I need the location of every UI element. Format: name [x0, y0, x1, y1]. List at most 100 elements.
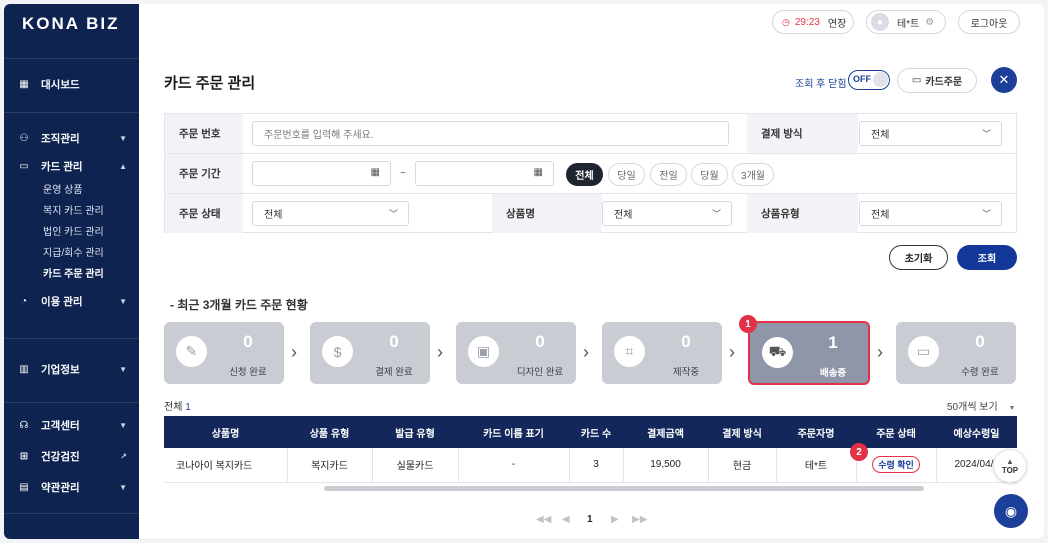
- col-amount[interactable]: 결제금액: [623, 416, 708, 448]
- chat-button[interactable]: ◉: [994, 494, 1028, 528]
- total-label: 전체: [164, 402, 183, 413]
- table-header-row: 상품명 상품 유형 발급 유형 카드 이름 표기 카드 수 결제금액 결제 방식…: [164, 416, 1017, 448]
- step-label: 배송중: [819, 368, 847, 379]
- chevron-down-icon: ▼: [119, 133, 127, 143]
- chip-all[interactable]: 전체: [566, 163, 603, 186]
- table-row[interactable]: 코나아이 복지카드 복지카드 실물카드 - 3 19,500 현금 테*트 수령…: [164, 448, 1017, 483]
- cell-product-type: 복지카드: [287, 448, 373, 483]
- close-button[interactable]: ✕: [991, 67, 1017, 93]
- payment-method-label: 결제 방식: [747, 114, 858, 153]
- card-icon: ▭: [908, 336, 939, 367]
- col-card-name-display[interactable]: 카드 이름 표기: [458, 416, 569, 448]
- receipt-confirm-button[interactable]: 수령 확인: [872, 456, 920, 474]
- col-issue-type[interactable]: 발급 유형: [372, 416, 458, 448]
- sidebar-item-health[interactable]: ⊞ 건강검진 ↗: [4, 442, 139, 470]
- sidebar-item-org[interactable]: ⚇ 조직관리 ▼: [4, 124, 139, 152]
- clock-icon: ◷: [782, 16, 790, 27]
- page-size-select[interactable]: 50개씩 보기 ▼: [947, 398, 1015, 413]
- sidebar-item-usage[interactable]: ◔ 이용 관리 ▼: [4, 287, 139, 315]
- order-status-label: 주문 상태: [165, 194, 243, 233]
- first-page-icon[interactable]: ◀◀: [536, 514, 551, 525]
- step-received[interactable]: ▭ 0 수령 완료: [896, 322, 1016, 384]
- order-no-input[interactable]: 주문번호를 입력해 주세요.: [252, 121, 729, 146]
- order-status-value: 전체: [264, 210, 283, 221]
- start-date-input[interactable]: ▦: [252, 161, 391, 186]
- card-order-button[interactable]: ▭ 카드주문: [897, 68, 977, 93]
- chevron-down-icon: ▼: [119, 296, 127, 306]
- product-name-label: 상품명: [492, 194, 602, 233]
- end-date-input[interactable]: ▦: [415, 161, 554, 186]
- chip-this-month[interactable]: 당월: [691, 163, 728, 186]
- calendar-icon[interactable]: ▦: [371, 167, 380, 178]
- logo[interactable]: KONA BIZ: [22, 14, 120, 34]
- external-link-icon: ↗: [120, 451, 127, 461]
- topbar: ◷ 29:23 연장 ● 테*트 ⚙ 로그아웃: [139, 4, 1044, 42]
- col-order-status[interactable]: 주문 상태: [856, 416, 936, 448]
- search-button[interactable]: 조회: [957, 245, 1017, 270]
- scroll-top-button[interactable]: ▲ TOP: [993, 449, 1027, 483]
- product-type-label: 상품유형: [747, 194, 858, 233]
- col-card-count[interactable]: 카드 수: [569, 416, 623, 448]
- sidebar-sub-card-order[interactable]: 카드 주문 관리: [4, 264, 139, 285]
- step-design-done[interactable]: ▣ 0 디자인 완료: [456, 322, 576, 384]
- cell-issue-type: 실물카드: [372, 448, 459, 483]
- payment-method-select[interactable]: 전체 ﹀: [859, 121, 1002, 146]
- user-name: 테*트: [897, 18, 920, 30]
- product-name-select[interactable]: 전체 ﹀: [602, 201, 732, 226]
- logout-button[interactable]: 로그아웃: [958, 10, 1020, 34]
- extend-button[interactable]: 연장: [828, 15, 846, 30]
- cell-product-name: 코나아이 복지카드: [164, 448, 288, 483]
- reset-button[interactable]: 초기화: [889, 245, 948, 270]
- gear-icon[interactable]: ⚙: [925, 17, 934, 28]
- col-product-name[interactable]: 상품명: [164, 416, 287, 448]
- step-count: 1: [828, 333, 838, 352]
- caret-down-icon: ▼: [1008, 405, 1016, 412]
- sidebar-item-support[interactable]: ☊ 고객센터 ▼: [4, 411, 139, 439]
- coin-hand-icon: $: [322, 336, 353, 367]
- sidebar-sub-products[interactable]: 운영 상품: [4, 180, 139, 201]
- step-applied[interactable]: ✎ 0 신청 완료: [164, 322, 284, 384]
- chevron-down-icon: ▼: [119, 420, 127, 430]
- step-manufacturing[interactable]: ⌗ 0 제작중: [602, 322, 722, 384]
- col-expected-date[interactable]: 예상수령일: [936, 416, 1017, 448]
- chip-3months[interactable]: 3개월: [732, 163, 774, 186]
- prev-page-icon[interactable]: ◀: [562, 514, 570, 525]
- sidebar-item-company[interactable]: ▥ 기업정보 ▼: [4, 355, 139, 383]
- step-shipping[interactable]: ⛟ 1 배송중: [748, 321, 870, 385]
- date-separator: ~: [400, 168, 406, 179]
- col-product-type[interactable]: 상품 유형: [287, 416, 372, 448]
- users-icon: ⚇: [19, 132, 29, 144]
- horizontal-scrollbar[interactable]: [324, 486, 924, 491]
- chip-yesterday[interactable]: 전일: [650, 163, 687, 186]
- order-period-label: 주문 기간: [165, 154, 243, 193]
- calendar-icon[interactable]: ▦: [534, 167, 543, 178]
- chevron-right-icon: ›: [437, 342, 443, 362]
- top-label: TOP: [1001, 466, 1019, 475]
- chip-today[interactable]: 당일: [608, 163, 645, 186]
- chevron-right-icon: ›: [291, 342, 297, 362]
- sidebar-sub-payment-recovery[interactable]: 지급/회수 관리: [4, 243, 139, 264]
- user-profile[interactable]: ● 테*트 ⚙: [866, 10, 946, 34]
- col-payment-method[interactable]: 결제 방식: [708, 416, 776, 448]
- sidebar-item-dashboard[interactable]: ▦ 대시보드: [4, 70, 139, 98]
- chevron-right-icon: ›: [729, 342, 735, 362]
- next-page-icon[interactable]: ▶: [611, 514, 619, 525]
- sidebar-sub-welfare-card[interactable]: 복지 카드 관리: [4, 201, 139, 222]
- close-icon: ✕: [998, 72, 1010, 87]
- sidebar-item-terms[interactable]: ▤ 약관관리 ▼: [4, 473, 139, 501]
- order-table: 상품명 상품 유형 발급 유형 카드 이름 표기 카드 수 결제금액 결제 방식…: [164, 416, 1017, 483]
- order-status-select[interactable]: 전체 ﹀: [252, 201, 409, 226]
- product-name-value: 전체: [614, 210, 633, 221]
- page-number-current[interactable]: 1: [587, 514, 593, 525]
- col-orderer[interactable]: 주문자명: [776, 416, 856, 448]
- last-page-icon[interactable]: ▶▶: [632, 514, 647, 525]
- order-no-label: 주문 번호: [165, 114, 243, 153]
- step-count: 0: [681, 332, 691, 351]
- sidebar-sub-corporate-card[interactable]: 법인 카드 관리: [4, 222, 139, 243]
- truck-icon: ⛟: [762, 337, 793, 368]
- step-paid[interactable]: $ 0 결제 완료: [310, 322, 430, 384]
- sidebar-item-card[interactable]: ▭ 카드 관리 ▲: [4, 152, 139, 180]
- product-type-select[interactable]: 전체 ﹀: [859, 201, 1002, 226]
- card-icon: ▭: [19, 160, 29, 172]
- close-after-query-toggle[interactable]: OFF: [848, 70, 890, 90]
